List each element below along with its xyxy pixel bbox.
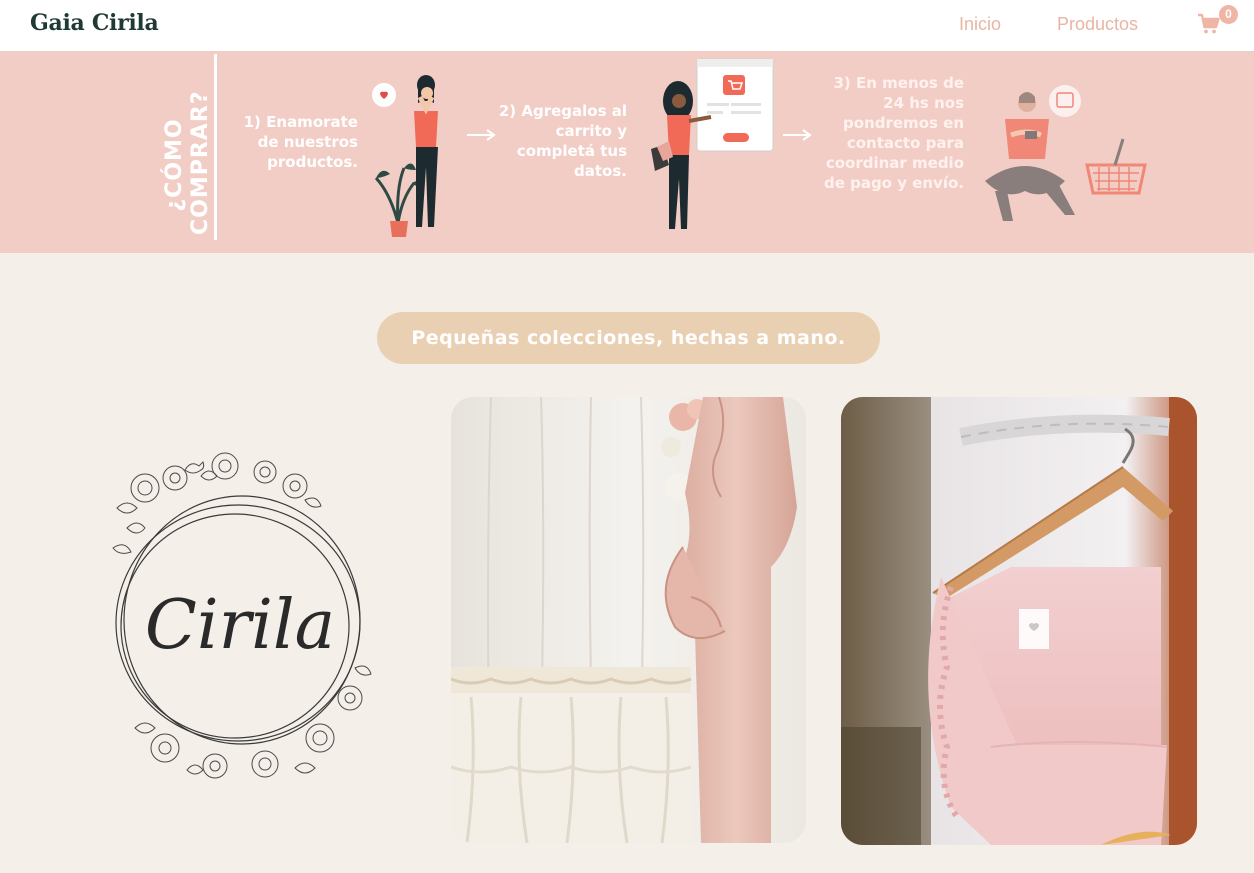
cart-count-badge: 0 xyxy=(1219,5,1238,24)
nav-link-productos[interactable]: Productos xyxy=(1057,14,1138,35)
step-2-text: 2) Agregalos al carrito y completá tus d… xyxy=(498,102,627,180)
woman-heart-illustration xyxy=(372,75,438,237)
arrow-right-icon xyxy=(783,129,812,141)
product-photo-pink-dress[interactable] xyxy=(841,397,1197,845)
woman-cart-screen-illustration xyxy=(651,58,774,229)
shopping-cart-icon[interactable] xyxy=(1197,12,1221,36)
product-photo-white-dress[interactable] xyxy=(451,397,806,843)
top-nav: Gaia Cirila Inicio Productos 0 xyxy=(0,0,1254,51)
brand-logo-link[interactable]: Gaia Cirila xyxy=(30,10,159,36)
logo-text: Cirila xyxy=(145,586,335,665)
step-1-text: 1) Enamorate de nuestros productos. xyxy=(243,113,358,171)
step-3-text: 3) En menos de 24 hs nos pondremos en co… xyxy=(823,74,964,192)
how-to-buy-banner: ¿CÓMO COMPRAR? 1) Enamorate de nuestros … xyxy=(0,51,1254,253)
nav-link-inicio[interactable]: Inicio xyxy=(959,14,1001,35)
collection-heading-pill: Pequeñas colecciones, hechas a mano. xyxy=(377,312,880,364)
how-to-buy-title-line2: COMPRAR? xyxy=(188,90,213,235)
cirila-floral-logo: Cirila xyxy=(112,452,372,779)
how-to-buy-title-line1: ¿CÓMO xyxy=(162,118,187,212)
how-to-buy-divider xyxy=(214,54,217,240)
how-to-buy-title: ¿CÓMO COMPRAR? xyxy=(162,90,214,235)
man-phone-basket-illustration xyxy=(985,85,1147,221)
